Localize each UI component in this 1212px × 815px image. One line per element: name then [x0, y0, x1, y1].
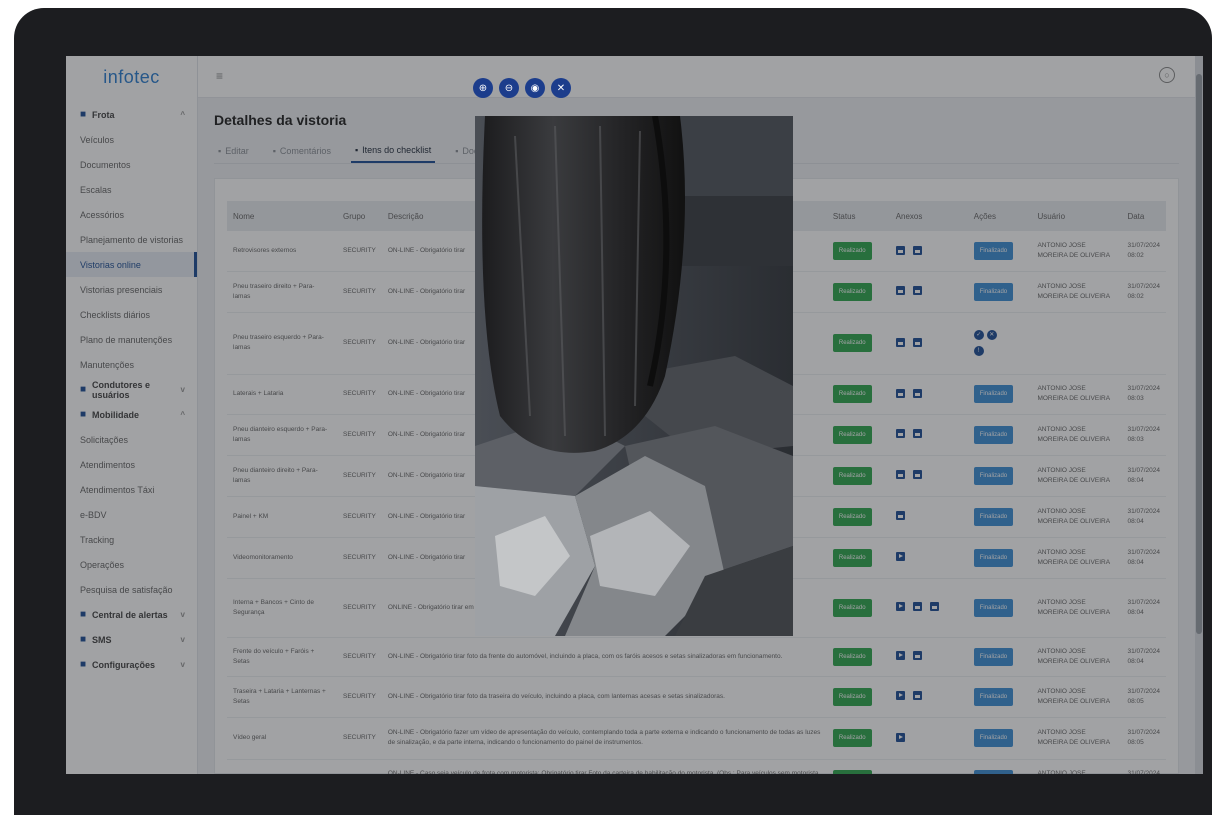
reset-zoom-button[interactable]: ◉	[525, 78, 545, 98]
zoom-in-icon: ⊕	[478, 82, 488, 94]
app-screen: infotec ■ Frota ^ Veículos Documentos Escalas…	[66, 56, 1203, 774]
viewer-toolbar: ⊕ ⊖ ◉ ✕	[473, 78, 571, 98]
zoom-out-button[interactable]: ⊖	[499, 78, 519, 98]
tire-photo-image	[475, 116, 793, 636]
zoom-in-button[interactable]: ⊕	[473, 78, 493, 98]
close-icon: ✕	[556, 82, 566, 94]
tire-photo	[475, 116, 793, 636]
device-frame: infotec ■ Frota ^ Veículos Documentos Escalas…	[14, 8, 1212, 815]
close-viewer-button[interactable]: ✕	[551, 78, 571, 98]
zoom-out-icon: ⊖	[504, 82, 514, 94]
reset-icon: ◉	[530, 82, 540, 94]
